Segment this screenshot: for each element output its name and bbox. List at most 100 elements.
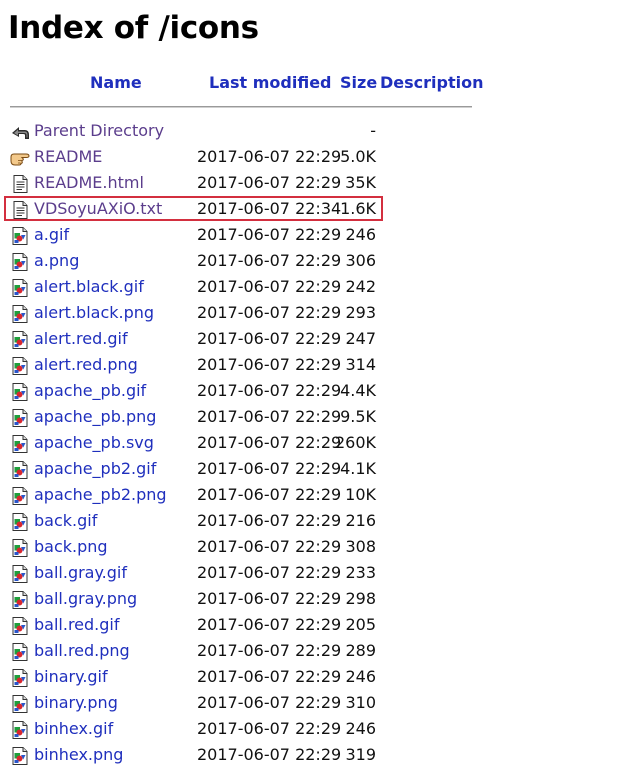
file-link[interactable]: README (34, 146, 102, 168)
table-row: README 2017-06-07 22:29 5.0K (0, 144, 631, 170)
last-modified-cell: 2017-06-07 22:29 (197, 277, 342, 296)
image-file-icon[interactable] (10, 694, 30, 714)
table-row: apache_pb.gif 2017-06-07 22:29 4.4K (0, 378, 631, 404)
image-file-icon[interactable] (10, 408, 30, 428)
image-file-icon[interactable] (10, 278, 30, 298)
text-file-icon[interactable] (10, 174, 30, 194)
file-link[interactable]: alert.red.gif (34, 328, 128, 350)
file-link[interactable]: back.gif (34, 510, 97, 532)
image-file-icon[interactable] (10, 382, 30, 402)
image-file-icon[interactable] (10, 252, 30, 272)
image-file-icon[interactable] (10, 590, 30, 610)
last-modified-cell: 2017-06-07 22:29 (197, 147, 342, 166)
file-link[interactable]: ball.gray.png (34, 588, 137, 610)
last-modified-cell: 2017-06-07 22:29 (197, 641, 342, 660)
file-link[interactable]: alert.red.png (34, 354, 138, 376)
table-row-highlighted: VDSoyuAXiO.txt 2017-06-07 22:34 1.6K (0, 196, 631, 222)
column-header-last-modified[interactable]: Last modified (209, 72, 332, 94)
sort-by-size-link[interactable]: Size (340, 73, 377, 92)
file-link[interactable]: VDSoyuAXiO.txt (34, 198, 162, 220)
file-link[interactable]: apache_pb.png (34, 406, 156, 428)
file-link[interactable]: binhex.gif (34, 718, 113, 740)
size-cell: 319 (345, 745, 376, 764)
last-modified-cell: 2017-06-07 22:29 (197, 615, 342, 634)
sort-by-name-link[interactable]: Name (90, 73, 142, 92)
file-link[interactable]: ball.red.gif (34, 614, 119, 636)
sort-by-description-link[interactable]: Description (380, 73, 483, 92)
file-link[interactable]: apache_pb.gif (34, 380, 146, 402)
image-file-icon[interactable] (10, 564, 30, 584)
last-modified-cell: 2017-06-07 22:29 (197, 537, 342, 556)
file-link[interactable]: apache_pb2.gif (34, 458, 156, 480)
table-row: Parent Directory - (0, 118, 631, 144)
size-cell: 205 (345, 615, 376, 634)
hand-icon[interactable] (10, 148, 30, 168)
image-file-icon[interactable] (10, 746, 30, 766)
file-link[interactable]: apache_pb.svg (34, 432, 154, 454)
file-link[interactable]: alert.black.gif (34, 276, 144, 298)
table-row: alert.black.gif 2017-06-07 22:29 242 (0, 274, 631, 300)
file-link[interactable]: binary.png (34, 692, 118, 714)
image-file-icon[interactable] (10, 304, 30, 324)
image-file-icon[interactable] (10, 226, 30, 246)
last-modified-cell: 2017-06-07 22:29 (197, 459, 342, 478)
last-modified-cell: 2017-06-07 22:29 (197, 563, 342, 582)
table-row: alert.black.png 2017-06-07 22:29 293 (0, 300, 631, 326)
file-link[interactable]: binary.gif (34, 666, 108, 688)
table-row: alert.red.gif 2017-06-07 22:29 247 (0, 326, 631, 352)
image-file-icon[interactable] (10, 486, 30, 506)
back-icon[interactable] (10, 122, 30, 142)
table-row: apache_pb2.png 2017-06-07 22:29 10K (0, 482, 631, 508)
last-modified-cell: 2017-06-07 22:29 (197, 225, 342, 244)
file-link[interactable]: ball.red.png (34, 640, 130, 662)
file-listing: Parent Directory - README 2017-06-07 22:29 5… (0, 118, 631, 768)
size-cell: 242 (345, 277, 376, 296)
last-modified-cell: 2017-06-07 22:29 (197, 485, 342, 504)
image-file-icon[interactable] (10, 330, 30, 350)
last-modified-cell: 2017-06-07 22:29 (197, 667, 342, 686)
file-link[interactable]: a.png (34, 250, 79, 272)
last-modified-cell: 2017-06-07 22:29 (197, 719, 342, 738)
size-cell: 246 (345, 719, 376, 738)
header-divider (10, 106, 472, 108)
file-link[interactable]: back.png (34, 536, 108, 558)
size-cell: 4.4K (340, 381, 376, 400)
image-file-icon[interactable] (10, 512, 30, 532)
image-file-icon[interactable] (10, 616, 30, 636)
table-row: alert.red.png 2017-06-07 22:29 314 (0, 352, 631, 378)
file-link[interactable]: binhex.png (34, 744, 123, 766)
text-file-icon[interactable] (10, 200, 30, 220)
file-link[interactable]: alert.black.png (34, 302, 154, 324)
size-cell: 35K (345, 173, 376, 192)
table-row: apache_pb.png 2017-06-07 22:29 9.5K (0, 404, 631, 430)
table-row: apache_pb.svg 2017-06-07 22:29 260K (0, 430, 631, 456)
size-cell: 247 (345, 329, 376, 348)
last-modified-cell: 2017-06-07 22:34 (197, 199, 342, 218)
image-file-icon[interactable] (10, 642, 30, 662)
image-file-icon[interactable] (10, 720, 30, 740)
column-header-name[interactable]: Name (90, 72, 142, 94)
image-file-icon[interactable] (10, 460, 30, 480)
image-file-icon[interactable] (10, 356, 30, 376)
last-modified-cell: 2017-06-07 22:29 (197, 303, 342, 322)
file-link[interactable]: README.html (34, 172, 144, 194)
last-modified-cell: 2017-06-07 22:29 (197, 355, 342, 374)
image-file-icon[interactable] (10, 668, 30, 688)
table-row: back.gif 2017-06-07 22:29 216 (0, 508, 631, 534)
last-modified-cell: 2017-06-07 22:29 (197, 511, 342, 530)
file-link[interactable]: ball.gray.gif (34, 562, 127, 584)
file-link[interactable]: Parent Directory (34, 120, 164, 142)
column-header-description[interactable]: Description (380, 72, 483, 94)
table-row: a.gif 2017-06-07 22:29 246 (0, 222, 631, 248)
image-file-icon[interactable] (10, 538, 30, 558)
size-cell: 310 (345, 693, 376, 712)
table-row: ball.red.png 2017-06-07 22:29 289 (0, 638, 631, 664)
page-title: Index of /icons (8, 10, 259, 46)
sort-by-last-modified-link[interactable]: Last modified (209, 73, 332, 92)
size-cell: 289 (345, 641, 376, 660)
image-file-icon[interactable] (10, 434, 30, 454)
table-row: binary.png 2017-06-07 22:29 310 (0, 690, 631, 716)
file-link[interactable]: a.gif (34, 224, 69, 246)
file-link[interactable]: apache_pb2.png (34, 484, 167, 506)
column-header-size[interactable]: Size (340, 72, 377, 94)
